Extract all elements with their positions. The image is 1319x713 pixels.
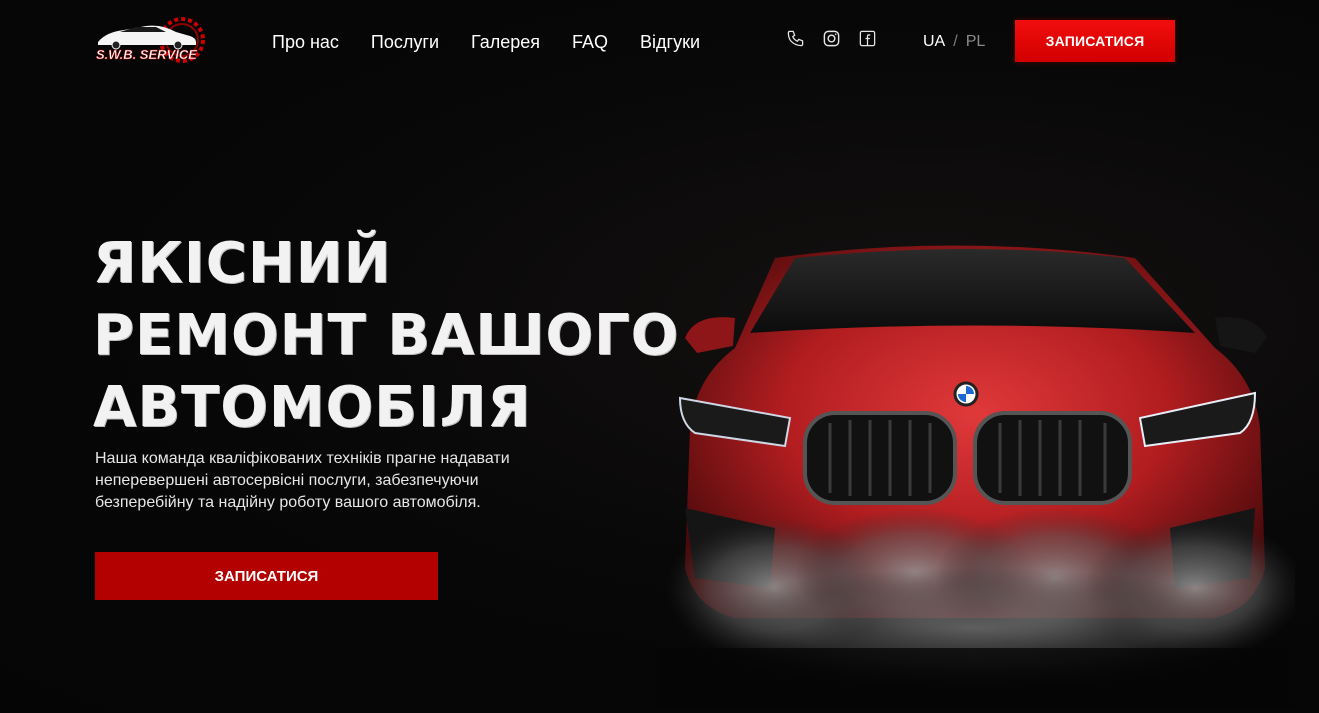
main-nav: Про нас Послуги Галерея FAQ Відгуки <box>272 30 700 54</box>
lang-separator: / <box>953 33 958 50</box>
hero-title: ЯКІСНИЙ РЕМОНТ ВАШОГО АВТОМОБІЛЯ <box>93 228 679 444</box>
lang-ua[interactable]: UA <box>923 31 945 53</box>
hero-signup-button[interactable]: ЗАПИСАТИСЯ <box>95 552 438 600</box>
nav-link-reviews[interactable]: Відгуки <box>640 30 700 54</box>
nav-link-about[interactable]: Про нас <box>272 30 339 54</box>
hero-car-image <box>655 228 1295 708</box>
hero-description: Наша команда кваліфікованих техніків пра… <box>95 450 510 511</box>
instagram-icon[interactable] <box>822 29 841 48</box>
phone-icon[interactable] <box>786 29 805 48</box>
page: S.W.B. SERVICE Про нас Послуги Галерея F… <box>0 0 1319 713</box>
logo-graphic: S.W.B. SERVICE <box>96 17 205 63</box>
nav-link-gallery[interactable]: Галерея <box>471 30 540 54</box>
hero-title-line-1: ЯКІСНИЙ <box>93 231 392 296</box>
social-links <box>786 29 877 48</box>
hero-title-line-3: АВТОМОБІЛЯ <box>93 375 532 440</box>
header-signup-button[interactable]: ЗАПИСАТИСЯ <box>1015 20 1175 62</box>
nav-link-services[interactable]: Послуги <box>371 30 439 54</box>
lang-pl[interactable]: PL <box>966 31 986 53</box>
logo-text: S.W.B. SERVICE <box>96 47 197 62</box>
language-switcher: UA / PL <box>923 31 985 53</box>
logo[interactable]: S.W.B. SERVICE <box>92 12 210 70</box>
nav-link-faq[interactable]: FAQ <box>572 30 608 54</box>
facebook-icon[interactable] <box>858 29 877 48</box>
hero-title-line-2: РЕМОНТ ВАШОГО <box>93 303 680 368</box>
